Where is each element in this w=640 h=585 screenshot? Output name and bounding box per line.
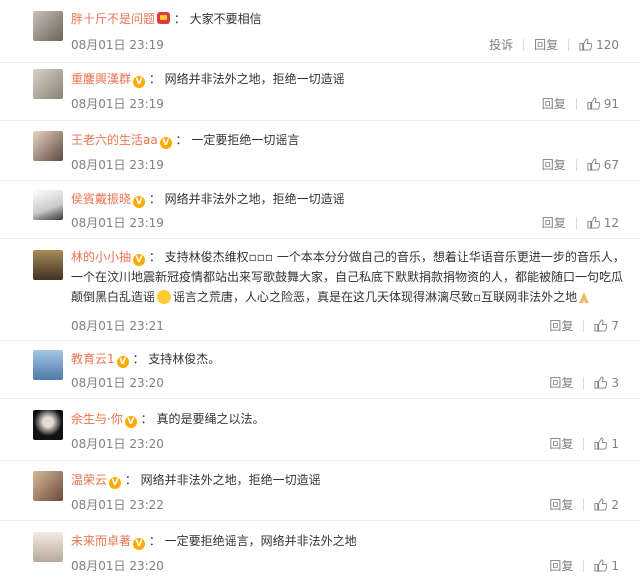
avatar[interactable]	[33, 190, 63, 220]
reply-button[interactable]: 回复	[549, 435, 573, 453]
like-button[interactable]: 120	[579, 36, 619, 54]
comment-item: 余生与·你 V ： 真的是要绳之以法。 08月01日 23:20 回复 1	[0, 399, 640, 461]
avatar[interactable]	[33, 11, 63, 41]
reply-button[interactable]: 回复	[534, 36, 558, 54]
avatar[interactable]	[33, 250, 63, 280]
like-button[interactable]: 67	[587, 156, 619, 174]
username-link[interactable]: 侯賓戴振晓	[71, 192, 131, 206]
verified-badge-icon: V	[133, 76, 146, 88]
thumbs-up-icon	[587, 97, 600, 110]
comment-item: 未来而卓著 V ： 一定要拒绝谣言，网络并非法外之地 08月01日 23:20 回…	[0, 521, 640, 585]
comment-text: 一定要拒绝一切谣言	[191, 133, 300, 147]
laugh-cry-emoji-icon	[157, 290, 172, 304]
crown-icon	[157, 12, 171, 24]
comment-item: 侯賓戴振晓 V ： 网络并非法外之地，拒绝一切造谣 08月01日 23:19 回复…	[0, 181, 640, 239]
verified-badge-icon: V	[133, 196, 146, 208]
comment-text: 网络并非法外之地，拒绝一切造谣	[140, 473, 321, 487]
reply-button[interactable]: 回复	[542, 214, 566, 232]
username-link[interactable]: 温荣云	[71, 473, 107, 487]
comment-item: 王老六的生活aa V ： 一定要拒绝一切谣言 08月01日 23:19 回复 67	[0, 121, 640, 181]
timestamp: 08月01日 23:21	[71, 319, 164, 333]
like-count: 12	[603, 216, 619, 230]
timestamp: 08月01日 23:20	[71, 559, 164, 573]
like-button[interactable]: 91	[587, 95, 619, 113]
verified-badge-icon: V	[133, 254, 146, 266]
avatar[interactable]	[33, 69, 63, 99]
avatar[interactable]	[33, 471, 63, 501]
username-link[interactable]: 胖十斤不是问题	[71, 12, 155, 26]
reply-button[interactable]: 回复	[549, 557, 573, 575]
timestamp: 08月01日 23:19	[71, 97, 164, 111]
thumbs-up-icon	[587, 216, 600, 229]
avatar[interactable]	[33, 350, 63, 380]
comment-item: 温荣云 V ： 网络并非法外之地，拒绝一切造谣 08月01日 23:22 回复 2	[0, 461, 640, 521]
comment-text: 网络并非法外之地，拒绝一切造谣	[164, 192, 345, 206]
verified-badge-icon: V	[124, 416, 137, 428]
avatar[interactable]	[33, 410, 63, 440]
report-button[interactable]: 投诉	[489, 36, 513, 54]
like-button[interactable]: 1	[594, 557, 619, 575]
thumbs-up-icon	[587, 158, 600, 171]
like-count: 7	[611, 319, 619, 333]
like-count: 1	[611, 437, 619, 451]
username-link[interactable]: 未来而卓著	[71, 534, 131, 548]
comment-text: 支持林俊杰。	[148, 352, 221, 366]
username-link[interactable]: 重鏖興漢群	[71, 72, 131, 86]
comment-text: 一定要拒绝谣言，网络并非法外之地	[164, 534, 357, 548]
timestamp: 08月01日 23:19	[71, 216, 164, 230]
reply-button[interactable]: 回复	[549, 374, 573, 392]
like-count: 1	[611, 559, 619, 573]
comment-item: 胖十斤不是问题 ： 大家不要相信 08月01日 23:19 投诉 回复 120	[0, 0, 640, 63]
comment-text: 真的是要绳之以法。	[156, 412, 265, 426]
thumbs-up-icon	[594, 559, 608, 572]
username-link[interactable]: 余生与·你	[71, 412, 123, 426]
thumbs-up-icon	[594, 437, 608, 450]
comment-item: 教育云1 V ： 支持林俊杰。 08月01日 23:20 回复 3	[0, 341, 640, 399]
like-button[interactable]: 2	[594, 496, 619, 514]
reply-button[interactable]: 回复	[549, 496, 573, 514]
reply-button[interactable]: 回复	[549, 317, 573, 335]
like-count: 2	[611, 498, 619, 512]
praying-hands-icon	[579, 292, 590, 303]
like-button[interactable]: 3	[594, 374, 619, 392]
comment-text: 大家不要相信	[189, 12, 262, 26]
like-count: 120	[596, 38, 619, 52]
timestamp: 08月01日 23:19	[71, 158, 164, 172]
comment-item: 重鏖興漢群 V ： 网络并非法外之地，拒绝一切造谣 08月01日 23:19 回复…	[0, 63, 640, 121]
timestamp: 08月01日 23:22	[71, 498, 164, 512]
reply-button[interactable]: 回复	[542, 95, 566, 113]
like-button[interactable]: 1	[594, 435, 619, 453]
like-button[interactable]: 12	[587, 214, 619, 232]
avatar[interactable]	[33, 131, 63, 161]
thumbs-up-icon	[594, 498, 608, 511]
timestamp: 08月01日 23:19	[71, 38, 164, 52]
like-count: 91	[603, 97, 619, 111]
like-button[interactable]: 7	[594, 317, 619, 335]
thumbs-up-icon	[594, 376, 608, 389]
verified-badge-icon: V	[159, 137, 172, 149]
username-link[interactable]: 王老六的生活aa	[71, 133, 158, 147]
verified-badge-icon: V	[109, 477, 122, 489]
thumbs-up-icon	[579, 38, 593, 51]
avatar[interactable]	[33, 532, 63, 562]
like-count: 3	[611, 376, 619, 390]
comment-text: 网络并非法外之地，拒绝一切造谣	[164, 72, 345, 86]
username-link[interactable]: 林的小小抽	[71, 250, 131, 264]
comment-text-continued: 谣言之荒唐，人心之险恶，真是在这几天体现得淋漓尽致▫互联网非法外之地	[173, 290, 578, 304]
like-count: 67	[603, 158, 619, 172]
comment-item: 林的小小抽 V ： 支持林俊杰维权▫▫▫ 一个本本分分做自己的音乐，想着让华语音乐…	[0, 239, 640, 341]
username-link[interactable]: 教育云1	[71, 352, 115, 366]
thumbs-up-icon	[594, 319, 608, 332]
timestamp: 08月01日 23:20	[71, 376, 164, 390]
verified-badge-icon: V	[133, 538, 146, 550]
verified-badge-icon: V	[116, 356, 129, 368]
timestamp: 08月01日 23:20	[71, 437, 164, 451]
reply-button[interactable]: 回复	[542, 156, 566, 174]
